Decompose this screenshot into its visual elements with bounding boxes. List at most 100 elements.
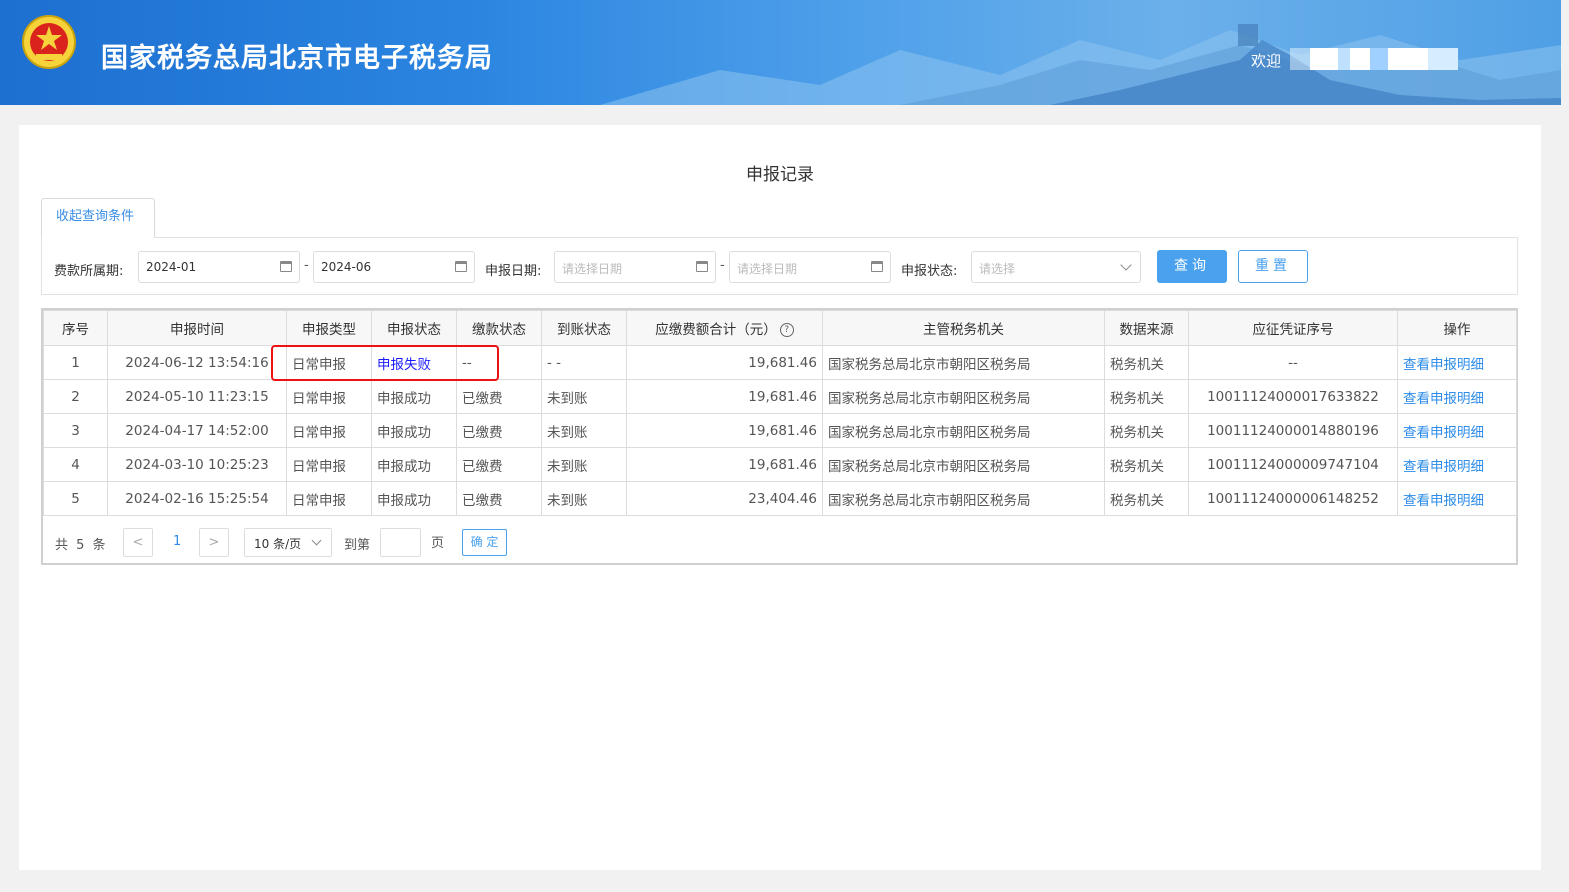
cell-type: 日常申报 [286, 345, 372, 380]
cell-amount: 19,681.46 [626, 447, 823, 482]
cell-amount: 23,404.46 [626, 481, 823, 516]
cell-type: 日常申报 [286, 447, 372, 482]
cell-voucher: 10011124000009747104 [1188, 447, 1398, 482]
cell-no: 3 [43, 413, 108, 448]
cell-arrive: - - [541, 345, 627, 380]
col-header: 操作 [1397, 310, 1517, 346]
cell-voucher: 10011124000014880196 [1188, 413, 1398, 448]
fee-period-label: 费款所属期: [54, 264, 124, 279]
cell-pay: 已缴费 [456, 447, 542, 482]
status-select[interactable]: 请选择 [971, 251, 1141, 283]
current-page-number[interactable]: 1 [173, 534, 181, 549]
records-table: 序号 申报时间 申报类型 申报状态 缴款状态 到账状态 应缴费额合计（元）? 主… [41, 308, 1518, 565]
cell-pay: 已缴费 [456, 481, 542, 516]
cell-time: 2024-06-12 13:54:16 [107, 345, 287, 380]
cell-pay: 已缴费 [456, 413, 542, 448]
declare-date-end-placeholder: 请选择日期 [737, 262, 798, 276]
cell-office: 国家税务总局北京市朝阳区税务局 [822, 345, 1105, 380]
date-separator: - [304, 258, 309, 273]
cell-status: 申报成功 [371, 413, 457, 448]
cell-type: 日常申报 [286, 481, 372, 516]
fee-period-end-input[interactable]: 2024-06 [313, 251, 475, 283]
date-separator: - [720, 258, 725, 273]
pager-total: 共 5 条 [55, 538, 108, 553]
cell-voucher: 10011124000017633822 [1188, 379, 1398, 414]
search-button[interactable]: 查询 [1157, 250, 1227, 283]
view-detail-link[interactable]: 查看申报明细 [1397, 379, 1517, 414]
site-title: 国家税务总局北京市电子税务局 [101, 43, 493, 74]
cell-source: 税务机关 [1104, 481, 1189, 516]
welcome-label: 欢迎 [1251, 52, 1282, 70]
cell-no: 1 [43, 345, 108, 380]
cell-status-failed: 申报失败 [371, 345, 457, 380]
col-header: 申报状态 [371, 310, 457, 346]
goto-confirm-button[interactable]: 确 定 [462, 529, 507, 556]
col-header: 缴款状态 [456, 310, 542, 346]
cell-type: 日常申报 [286, 379, 372, 414]
calendar-icon [280, 261, 292, 272]
cell-amount: 19,681.46 [626, 345, 823, 380]
cell-office: 国家税务总局北京市朝阳区税务局 [822, 481, 1105, 516]
cell-arrive: 未到账 [541, 413, 627, 448]
col-header: 申报类型 [286, 310, 372, 346]
cell-voucher: -- [1188, 345, 1398, 380]
col-header-amount: 应缴费额合计（元）? [626, 310, 823, 346]
cell-office: 国家税务总局北京市朝阳区税务局 [822, 413, 1105, 448]
table-row: 4 2024-03-10 10:25:23 日常申报 申报成功 已缴费 未到账 … [43, 447, 1517, 482]
main-card: 申报记录 收起查询条件 费款所属期: 2024-01 - 2024-06 申报日… [19, 125, 1541, 870]
cell-source: 税务机关 [1104, 379, 1189, 414]
view-detail-link[interactable]: 查看申报明细 [1397, 447, 1517, 482]
declare-date-start-input[interactable]: 请选择日期 [554, 251, 716, 283]
calendar-icon [696, 261, 708, 272]
cell-arrive: 未到账 [541, 447, 627, 482]
col-header: 到账状态 [541, 310, 627, 346]
tax-emblem-icon [22, 15, 76, 69]
view-detail-link[interactable]: 查看申报明细 [1397, 345, 1517, 380]
cell-arrive: 未到账 [541, 379, 627, 414]
declare-date-label: 申报日期: [485, 264, 542, 279]
fee-period-end-value: 2024-06 [321, 260, 372, 274]
cell-pay: -- [456, 345, 542, 380]
cell-no: 5 [43, 481, 108, 516]
chevron-down-icon [1120, 259, 1132, 271]
site-header: 国家税务总局北京市电子税务局 欢迎 [0, 0, 1561, 105]
goto-page-input[interactable] [380, 528, 421, 557]
cell-office: 国家税务总局北京市朝阳区税务局 [822, 379, 1105, 414]
next-page-button[interactable]: > [199, 528, 229, 557]
cell-arrive: 未到账 [541, 481, 627, 516]
page-size-select[interactable]: 10 条/页 [244, 528, 332, 557]
cell-voucher: 10011124000006148252 [1188, 481, 1398, 516]
page-size-value: 10 条/页 [254, 537, 302, 551]
collapse-query-tab[interactable]: 收起查询条件 [41, 198, 155, 238]
reset-button[interactable]: 重置 [1238, 250, 1308, 283]
table-row: 3 2024-04-17 14:52:00 日常申报 申报成功 已缴费 未到账 … [43, 413, 1517, 448]
view-detail-link[interactable]: 查看申报明细 [1397, 413, 1517, 448]
cell-time: 2024-04-17 14:52:00 [107, 413, 287, 448]
cell-office: 国家税务总局北京市朝阳区税务局 [822, 447, 1105, 482]
table-row: 5 2024-02-16 15:25:54 日常申报 申报成功 已缴费 未到账 … [43, 481, 1517, 516]
cell-pay: 已缴费 [456, 379, 542, 414]
help-icon[interactable]: ? [779, 323, 794, 337]
cell-status: 申报成功 [371, 379, 457, 414]
table-row: 1 2024-06-12 13:54:16 日常申报 申报失败 -- - - 1… [43, 345, 1517, 380]
status-placeholder: 请选择 [979, 262, 1016, 276]
cell-amount: 19,681.46 [626, 413, 823, 448]
view-detail-link[interactable]: 查看申报明细 [1397, 481, 1517, 516]
pagination: 共 5 条 < 1 > 10 条/页 到第 页 确 定 [43, 519, 1516, 563]
col-header: 数据来源 [1104, 310, 1189, 346]
col-header: 主管税务机关 [822, 310, 1105, 346]
calendar-icon [455, 261, 467, 272]
col-header: 序号 [43, 310, 108, 346]
cell-status: 申报成功 [371, 447, 457, 482]
declare-date-end-input[interactable]: 请选择日期 [729, 251, 891, 283]
col-header-amount-label: 应缴费额合计（元） [655, 322, 777, 338]
prev-page-button[interactable]: < [123, 528, 153, 557]
fee-period-start-input[interactable]: 2024-01 [138, 251, 300, 283]
cell-source: 税务机关 [1104, 447, 1189, 482]
fee-period-start-value: 2024-01 [146, 260, 197, 274]
page-title: 申报记录 [746, 165, 814, 185]
cell-time: 2024-03-10 10:25:23 [107, 447, 287, 482]
cell-source: 税务机关 [1104, 413, 1189, 448]
page-suffix-label: 页 [431, 536, 445, 551]
cell-source: 税务机关 [1104, 345, 1189, 380]
